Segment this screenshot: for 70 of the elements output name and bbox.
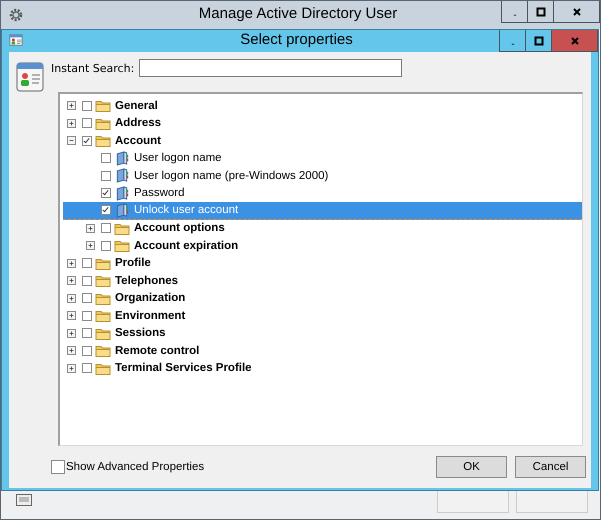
- tree-row[interactable]: Sessions: [63, 324, 582, 342]
- tree-row[interactable]: Profile: [63, 254, 582, 272]
- expand-icon[interactable]: [86, 224, 95, 233]
- book-icon: [114, 202, 130, 218]
- tree-row[interactable]: Account expiration: [63, 237, 582, 254]
- ok-button[interactable]: OK: [436, 456, 507, 478]
- tree-row[interactable]: Remote control: [63, 342, 582, 360]
- checkbox[interactable]: [101, 223, 111, 234]
- maximize-icon: [534, 36, 544, 46]
- checkbox[interactable]: [101, 188, 111, 198]
- folder-icon: [95, 273, 111, 288]
- expand-icon[interactable]: [67, 118, 76, 128]
- gear-icon: [8, 7, 24, 23]
- folder-icon: [95, 133, 111, 148]
- expand-icon[interactable]: [86, 241, 95, 250]
- checkbox[interactable]: [82, 310, 92, 321]
- expand-icon[interactable]: [67, 276, 76, 286]
- search-label: Instant Search:: [51, 62, 136, 75]
- checkbox[interactable]: [101, 153, 111, 164]
- tree-row[interactable]: Terminal Services Profile: [63, 360, 582, 377]
- tree-row[interactable]: General: [63, 97, 582, 114]
- expand-icon[interactable]: [67, 258, 76, 268]
- expand-icon[interactable]: [67, 328, 76, 338]
- tree-row[interactable]: Environment: [63, 307, 582, 324]
- checkbox[interactable]: [82, 258, 92, 268]
- checkbox[interactable]: [82, 293, 92, 304]
- expand-icon[interactable]: [67, 294, 76, 303]
- maximize-icon: [536, 6, 546, 16]
- expand-icon[interactable]: [67, 101, 76, 110]
- tree-row[interactable]: User logon name: [63, 150, 582, 167]
- checkbox[interactable]: [82, 328, 92, 338]
- contact-card-icon: [9, 33, 23, 47]
- advanced-properties-checkbox[interactable]: Show Advanced Properties: [51, 460, 204, 474]
- tree-row[interactable]: Telephones: [63, 272, 582, 290]
- folder-icon: [95, 343, 111, 358]
- book-icon: [114, 168, 130, 184]
- window-icon: [16, 494, 32, 506]
- checkbox[interactable]: [82, 136, 92, 146]
- cancel-button[interactable]: Cancel: [515, 456, 586, 478]
- checkbox[interactable]: [82, 346, 92, 356]
- checkbox[interactable]: [82, 276, 92, 286]
- checkbox[interactable]: [101, 205, 111, 216]
- folder-icon: [95, 98, 111, 114]
- expand-icon[interactable]: [67, 346, 76, 356]
- search-field[interactable]: [139, 59, 402, 77]
- checkbox[interactable]: [82, 118, 92, 128]
- checkbox[interactable]: [82, 363, 92, 374]
- folder-icon: [114, 238, 130, 254]
- checkbox[interactable]: [101, 170, 111, 181]
- folder-icon: [95, 308, 111, 324]
- close-button[interactable]: [553, 1, 600, 23]
- book-icon: [114, 186, 130, 201]
- tree-row[interactable]: Account: [63, 132, 582, 150]
- tree-row[interactable]: Password: [63, 184, 582, 202]
- checkbox[interactable]: [82, 100, 92, 111]
- collapse-icon[interactable]: [67, 136, 76, 146]
- tree-row[interactable]: Address: [63, 114, 582, 132]
- book-icon: [114, 150, 130, 166]
- close-icon: [570, 36, 580, 46]
- window-title: Manage Active Directory User: [198, 5, 398, 22]
- expand-icon[interactable]: [67, 311, 76, 320]
- close-icon: [572, 6, 582, 16]
- expand-icon[interactable]: [67, 364, 76, 373]
- checkbox[interactable]: [101, 240, 111, 251]
- tree-row[interactable]: Account options: [63, 220, 582, 237]
- dialog-title: Select properties: [239, 31, 354, 48]
- tree-row[interactable]: Organization: [63, 290, 582, 307]
- contact-card-icon: [16, 61, 44, 93]
- tree-row[interactable]: User logon name (pre-Windows 2000): [63, 167, 582, 184]
- minimize-button[interactable]: [501, 1, 528, 23]
